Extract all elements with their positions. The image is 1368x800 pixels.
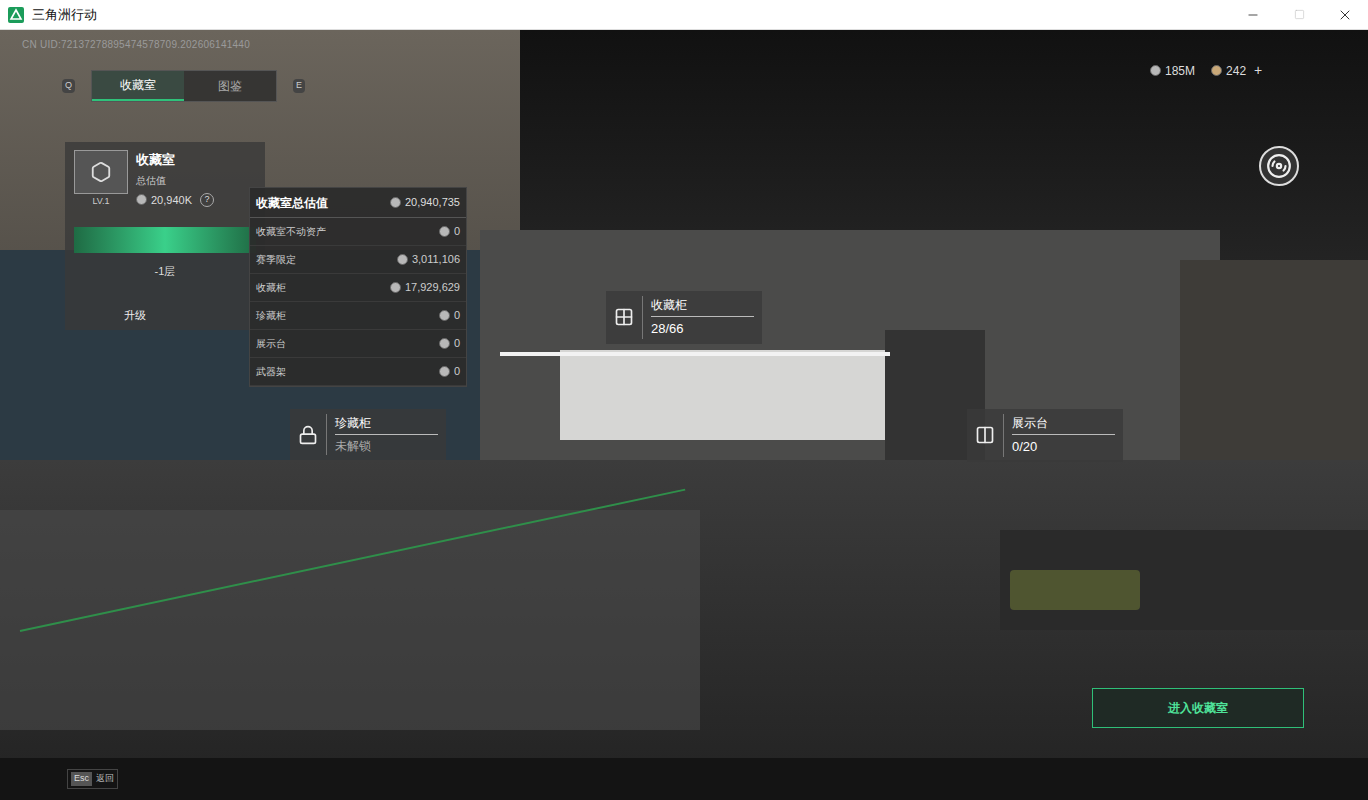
valuation-row: 武器架0 (250, 358, 466, 386)
app-window: 三角洲行动 CN UID:72137278895474578709.2026061… (0, 0, 1368, 800)
coin-icon (1150, 65, 1161, 76)
uid-label: CN UID:72137278895474578709.202606141440 (22, 37, 250, 52)
record-button[interactable] (1259, 146, 1299, 186)
back-button[interactable]: Esc返回 (67, 769, 118, 789)
area-icon (975, 425, 995, 445)
area-value: 未解锁 (335, 435, 438, 455)
valuation-total: 20,940,735 (405, 194, 460, 211)
window-title: 三角洲行动 (32, 5, 97, 25)
area-marker[interactable]: 珍藏柜未解锁 (290, 409, 446, 460)
showcase-icon (90, 161, 112, 183)
coin-icon (439, 310, 450, 321)
area-icon (298, 425, 318, 445)
coin-icon (136, 194, 147, 205)
room-subtitle: 总估值 (136, 173, 214, 188)
area-value: 0/20 (1012, 435, 1115, 457)
game-view: CN UID:72137278895474578709.202606141440… (0, 30, 1368, 800)
enter-room-button[interactable]: 进入收藏室 (1092, 688, 1304, 728)
coin-icon (439, 366, 450, 377)
minimize-button[interactable] (1230, 0, 1276, 29)
key-badge: Q (62, 79, 75, 93)
title-bar: 三角洲行动 (0, 0, 1368, 30)
area-marker[interactable]: 收藏柜28/66 (606, 291, 762, 344)
tab-bar: Q 收藏室图鉴 E (62, 70, 305, 102)
maximize-button[interactable] (1276, 0, 1322, 29)
room-value: 20,940K (151, 192, 192, 209)
area-name: 展示台 (1012, 414, 1115, 435)
key-badge: Esc (71, 772, 92, 786)
valuation-popup: 收藏室总估值 20,940,735 收藏室不动资产0赛季限定3,011,106收藏柜… (249, 187, 467, 387)
footer-bar: Esc返回 (0, 758, 1368, 800)
area-name: 收藏柜 (651, 296, 754, 317)
tab[interactable]: 图鉴 (184, 71, 276, 101)
tab[interactable]: 收藏室 (92, 71, 184, 101)
area-icon (614, 307, 634, 327)
coin-icon (390, 197, 401, 208)
coin-icon (390, 282, 401, 293)
area-name: 珍藏柜 (335, 414, 438, 435)
room-level: LV.1 (92, 195, 109, 209)
key-badge: E (293, 79, 305, 93)
room-card[interactable]: LV.1 收藏室总估值 20,940K? -1层升级 (65, 142, 265, 330)
room-title: 收藏室 (136, 150, 214, 170)
valuation-row: 收藏柜17,929,629 (250, 274, 466, 302)
coin-icon (439, 338, 450, 349)
valuation-row: 赛季限定3,011,106 (250, 246, 466, 274)
room-progress (74, 227, 256, 253)
help-button[interactable]: ? (200, 193, 214, 207)
valuation-row: 展示台0 (250, 330, 466, 358)
app-logo-icon (8, 7, 24, 23)
valuation-row: 收藏室不动资产0 (250, 218, 466, 246)
currency: 185M (1150, 62, 1195, 80)
maximize-icon (1294, 9, 1305, 20)
minimize-icon (1246, 8, 1260, 22)
coin-icon (1211, 65, 1222, 76)
close-icon (1337, 7, 1353, 23)
valuation-row: 珍藏柜0 (250, 302, 466, 330)
currency-bar: 185M 242+ (1150, 60, 1262, 81)
close-button[interactable] (1322, 0, 1368, 29)
room-badge (74, 150, 128, 194)
disc-icon (1266, 153, 1292, 179)
room-floor: -1层 (74, 263, 256, 280)
area-marker[interactable]: 展示台0/20 (967, 409, 1123, 462)
upgrade-button[interactable]: 升级 (124, 307, 146, 324)
currency: 242+ (1211, 60, 1262, 81)
coin-icon (439, 226, 450, 237)
add-currency-button[interactable]: + (1254, 60, 1262, 81)
area-value: 28/66 (651, 317, 754, 339)
coin-icon (397, 254, 408, 265)
valuation-title: 收藏室总估值 (256, 194, 328, 212)
